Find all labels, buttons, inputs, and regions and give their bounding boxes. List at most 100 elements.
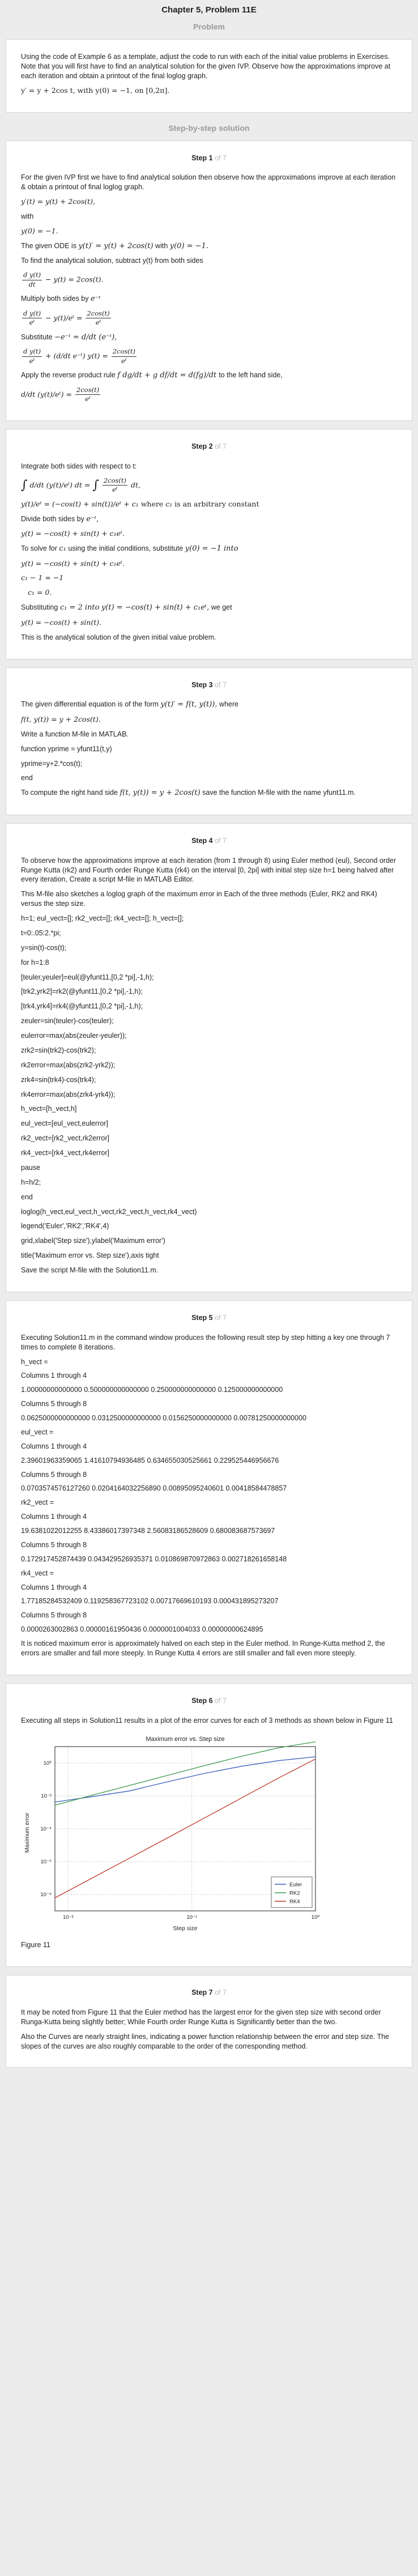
code-line: y=sin(t)-cos(t); bbox=[21, 943, 67, 952]
x-tick-label: 10⁰ bbox=[312, 1914, 320, 1921]
y-axis-label: Maximum error bbox=[24, 1812, 31, 1853]
solve-b: using the initial conditions, substitute bbox=[68, 544, 184, 553]
chart-title: Maximum error vs. Step size bbox=[146, 1736, 224, 1743]
step-1-eq5: d y(t) eᵗ + (d/dt e⁻ᵗ) y(t) = 2cos(t) eᵗ bbox=[22, 347, 137, 365]
step-2-conclusion: This is the analytical solution of the g… bbox=[21, 633, 216, 641]
reverse-text: Apply the reverse product rule bbox=[21, 371, 116, 380]
step-of-label: of 7 bbox=[215, 1696, 227, 1705]
step-3-write: Write a function M-file in MATLAB. bbox=[21, 730, 129, 738]
step-4-label: Step 4 bbox=[191, 836, 213, 845]
solution-label: Step-by-step solution bbox=[168, 123, 250, 133]
output-line: 19.6381022012255 8.43386017397348 2.5608… bbox=[21, 1527, 275, 1535]
int-frac: 2cos(t) eᵗ bbox=[102, 476, 127, 494]
code-line: Save the script M-file with the Solution… bbox=[21, 1266, 159, 1275]
output-line: 1.77185284532409 0.119258367723102 0.007… bbox=[21, 1597, 279, 1606]
subst-c: y(t) = −cos(t) + sin(t) + c₁eᵗ, bbox=[101, 603, 210, 612]
step-5-output: h_vect = Columns 1 through 4 1.000000000… bbox=[21, 1357, 397, 1635]
step-1-with: with bbox=[21, 212, 34, 221]
step-3-code-1: function yprime = yfunt11(t,y) bbox=[21, 744, 112, 753]
step-3-header: Step 3 of 7 bbox=[21, 680, 397, 690]
step-7-card: Step 7 of 7 It may be noted from Figure … bbox=[6, 1975, 412, 2068]
step-6-card: Step 6 of 7 Executing all steps in Solut… bbox=[6, 1683, 412, 1968]
step-1-card: Step 1 of 7 For the given IVP first we h… bbox=[6, 140, 412, 421]
substitute-text: Substitute bbox=[21, 333, 53, 341]
where-text: where bbox=[140, 499, 164, 508]
solve-c: y(0) = −1 into bbox=[185, 544, 238, 553]
code-line: title('Maximum error vs. Step size'),axi… bbox=[21, 1251, 159, 1260]
step-of-label: of 7 bbox=[215, 836, 227, 845]
eq3-rhs: − y(t) = 2cos(t). bbox=[45, 275, 104, 284]
eq4-frac-b: 2cos(t) eᵗ bbox=[86, 309, 111, 327]
step-1-eq4: d y(t) eᵗ − y(t)/eᵗ = 2cos(t) eᵗ bbox=[22, 309, 111, 327]
step-4-intro: To observe how the approximations improv… bbox=[21, 856, 396, 884]
step-1-eq3: d y(t) dt − y(t) = 2cos(t). bbox=[21, 271, 397, 289]
code-line: eulerror=max(abs(zeuler-yeuler)); bbox=[21, 1032, 127, 1040]
output-line: 0.0625000000000000 0.0312500000000000 0.… bbox=[21, 1414, 306, 1423]
multiply-factor: e⁻ᵗ bbox=[91, 295, 101, 304]
y-tick-label: 10⁻⁴ bbox=[40, 1826, 52, 1832]
output-line: 2.39601963359065 1.41610794936485 0.6346… bbox=[21, 1456, 279, 1464]
step-4-intro2: This M-file also sketches a loglog graph… bbox=[21, 890, 377, 908]
code-line: grid,xlabel('Step size'),ylabel('Maximum… bbox=[21, 1237, 165, 1245]
code-line: [teuler,yeuler]=eul(@yfunt11,[0,2 *pi],-… bbox=[21, 973, 154, 981]
step-of-label: of 7 bbox=[215, 1313, 227, 1322]
eq5-frac-a: d y(t) eᵗ bbox=[22, 347, 42, 365]
step-1-subtract: To find the analytical solution, subtrac… bbox=[21, 257, 203, 265]
x-tick-label: 10⁻² bbox=[63, 1914, 74, 1921]
code-line: rk2error=max(abs(zrk2-yrk2)); bbox=[21, 1061, 116, 1069]
step-1-multiply: Multiply both sides by e⁻ᵗ bbox=[21, 294, 397, 304]
code-line: zeuler=sin(teuler)-cos(teuler); bbox=[21, 1017, 114, 1025]
step-5-header: Step 5 of 7 bbox=[21, 1313, 397, 1323]
eq4-frac-a: d y(t) eᵗ bbox=[22, 309, 42, 327]
step-5-card: Step 5 of 7 Executing Solution11.m in th… bbox=[6, 1300, 412, 1675]
output-line: Columns 1 through 4 bbox=[21, 1442, 87, 1450]
problem-card: Using the code of Example 6 as a templat… bbox=[6, 39, 412, 113]
step-4-header: Step 4 of 7 bbox=[21, 836, 397, 846]
step-1-reverse: Apply the reverse product rule f dg/dt +… bbox=[21, 371, 283, 380]
figure-caption: Figure 11 bbox=[21, 1941, 50, 1949]
step-3-code-2: yprime=y+2.*cos(t); bbox=[21, 759, 83, 768]
step-1-eq2: y(0) = −1. bbox=[21, 226, 58, 235]
step-2-solve: To solve for c₁ using the initial condit… bbox=[21, 544, 238, 553]
output-line: 0.172917452874439 0.043429526935371 0.01… bbox=[21, 1555, 287, 1563]
step-1-intro: For the given IVP first we have to find … bbox=[21, 173, 396, 191]
y-tick-label: 10⁻² bbox=[41, 1793, 52, 1799]
form-c: where bbox=[219, 700, 239, 709]
error-loglog-chart: Maximum error vs. Step size 10⁻² 10⁻¹ 10⁰ 1… bbox=[21, 1730, 327, 1935]
eq6-frac: 2cos(t) eᵗ bbox=[75, 385, 101, 403]
code-line: rk4_vect=[rk4_vect,rk4error] bbox=[21, 1149, 109, 1157]
code-line: t=0:.05:2.*pi; bbox=[21, 929, 61, 937]
code-line: eul_vect=[eul_vect,eulerror] bbox=[21, 1119, 108, 1128]
code-line: [trk4,yrk4]=rk4(@yfunt11,[0,2 *pi],-1,h)… bbox=[21, 1002, 143, 1011]
subst-d: we get bbox=[211, 603, 232, 612]
integral-sign: ∫ bbox=[92, 478, 99, 492]
problem-label: Problem bbox=[193, 22, 225, 32]
code-line: pause bbox=[21, 1163, 41, 1172]
code-line: h=1; eul_vect=[]; rk2_vect=[]; rk4_vect=… bbox=[21, 914, 184, 923]
step-2-integrate: Integrate both sides with respect to t: bbox=[21, 462, 137, 470]
step-5-intro: Executing Solution11.m in the command wi… bbox=[21, 1333, 390, 1351]
step-3-form: The given differential equation is of th… bbox=[21, 700, 397, 710]
ode-line-a: The given ODE is bbox=[21, 241, 76, 250]
const-text: is an arbitrary constant bbox=[174, 499, 259, 508]
code-line: rk4error=max(abs(zrk4-yrk4)); bbox=[21, 1090, 116, 1098]
code-line: legend('Euler','RK2','RK4',4) bbox=[21, 1222, 109, 1230]
output-line: rk4_vect = bbox=[21, 1569, 54, 1577]
step-of-label: of 7 bbox=[215, 442, 227, 450]
code-line: zrk2=sin(trk2)-cos(trk2); bbox=[21, 1046, 96, 1054]
step-1-eq1: y′(t) = y(t) + 2cos(t), bbox=[21, 197, 95, 206]
code-line: zrk4=sin(trk4)-cos(trk4); bbox=[21, 1075, 96, 1084]
step-of-label: of 7 bbox=[215, 1989, 227, 1997]
step-7-p2: Also the Curves are nearly straight line… bbox=[21, 2032, 390, 2050]
multiply-text: Multiply both sides by bbox=[21, 295, 89, 303]
step-2-eq-c1b: c₁ = 0. bbox=[28, 588, 52, 597]
compute-a: To compute the right hand side bbox=[21, 789, 118, 797]
chart-legend: Euler RK2 RK4 bbox=[271, 1876, 313, 1908]
step-3-compute: To compute the right hand side f(t, y(t)… bbox=[21, 788, 397, 798]
step-5-label: Step 5 bbox=[191, 1313, 213, 1322]
y-tick-label: 10⁰ bbox=[44, 1760, 52, 1766]
code-line: loglog(h_vect,eul_vect,h_vect,rk2_vect,h… bbox=[21, 1207, 197, 1216]
compute-b: f(t, y(t)) = y + 2cos(t) bbox=[120, 789, 201, 798]
legend-label: Euler bbox=[289, 1881, 302, 1888]
substitute-eq: −e⁻ᵗ = d/dt (e⁻ᵗ), bbox=[54, 333, 117, 342]
